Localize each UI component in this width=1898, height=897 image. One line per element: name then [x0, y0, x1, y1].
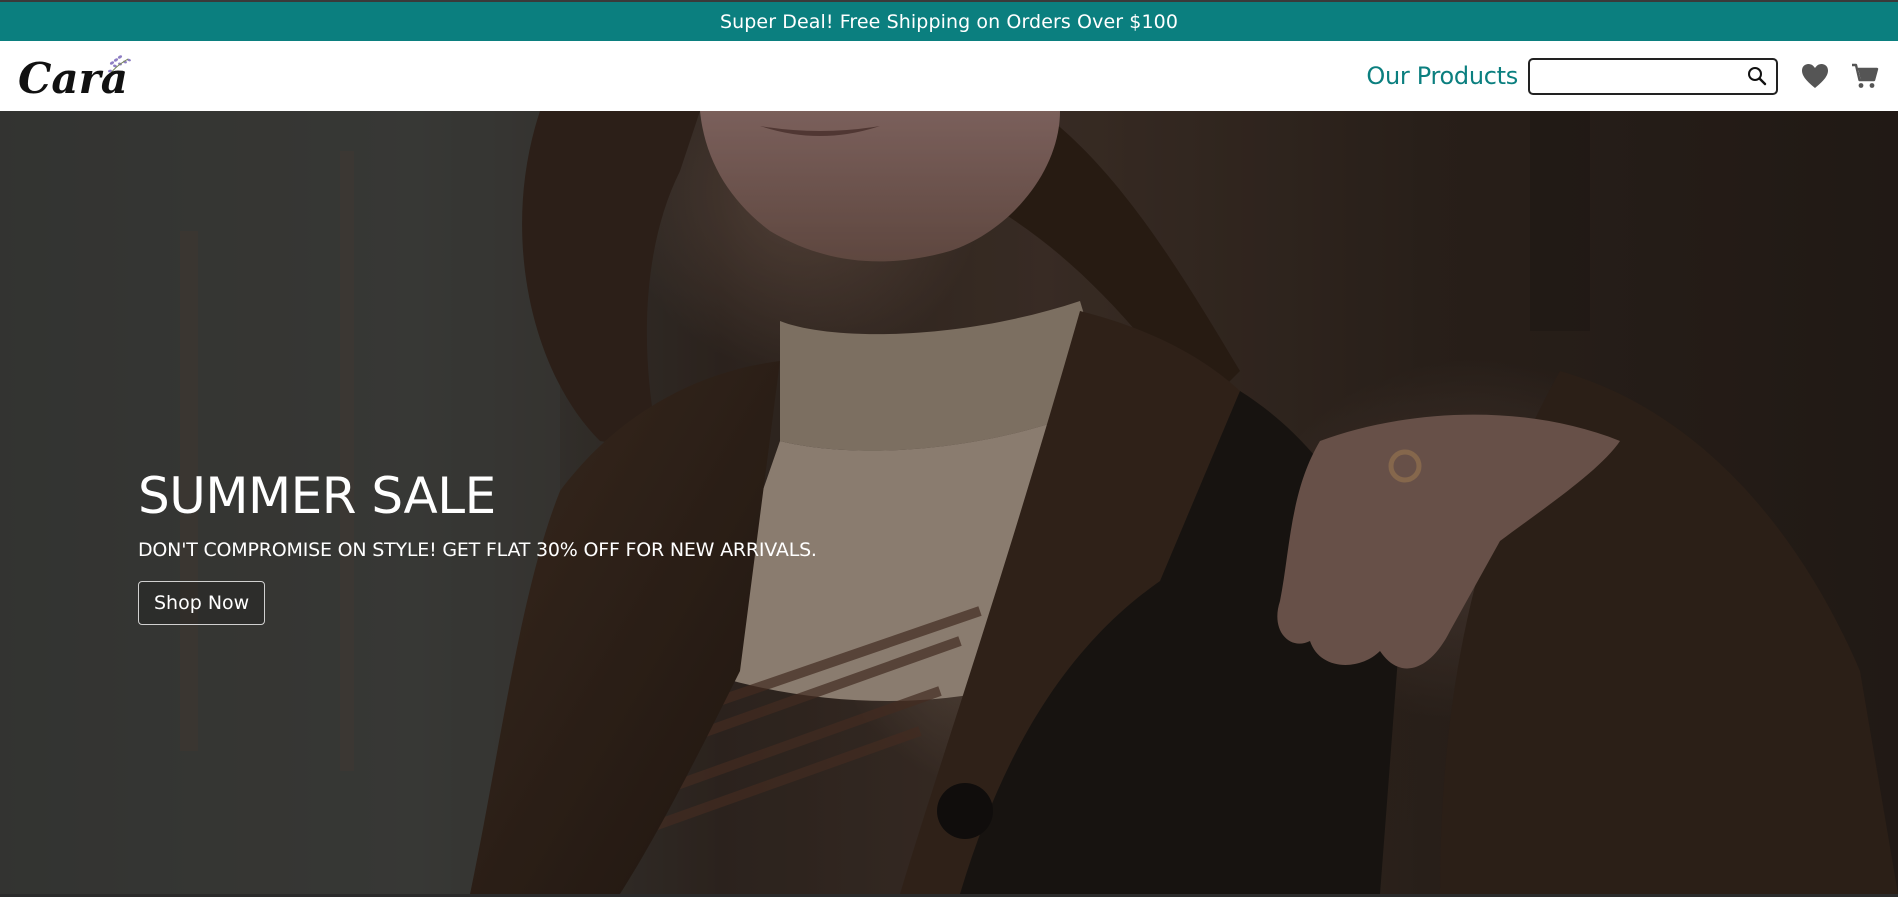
search-box [1528, 57, 1778, 95]
hero-subtitle: DON'T COMPROMISE ON STYLE! GET FLAT 30% … [138, 539, 817, 561]
search-icon[interactable] [1746, 65, 1768, 87]
cart-icon[interactable] [1850, 61, 1880, 91]
nav-right: Our Products [1366, 41, 1880, 111]
heart-icon[interactable] [1800, 61, 1830, 91]
hero-content: SUMMER SALE DON'T COMPROMISE ON STYLE! G… [138, 471, 817, 625]
shop-now-button[interactable]: Shop Now [138, 581, 266, 625]
brand-logo[interactable]: Cara [16, 47, 140, 103]
promo-bar: Super Deal! Free Shipping on Orders Over… [0, 0, 1898, 41]
search-input[interactable] [1538, 66, 1746, 86]
promo-text: Super Deal! Free Shipping on Orders Over… [719, 10, 1179, 33]
nav-link-our-products[interactable]: Our Products [1366, 62, 1518, 90]
hero-title: SUMMER SALE [138, 467, 496, 525]
navbar: Cara Our Products [0, 41, 1898, 111]
brand-logo-text: Cara [18, 54, 128, 103]
hero-banner: SUMMER SALE DON'T COMPROMISE ON STYLE! G… [0, 111, 1898, 894]
